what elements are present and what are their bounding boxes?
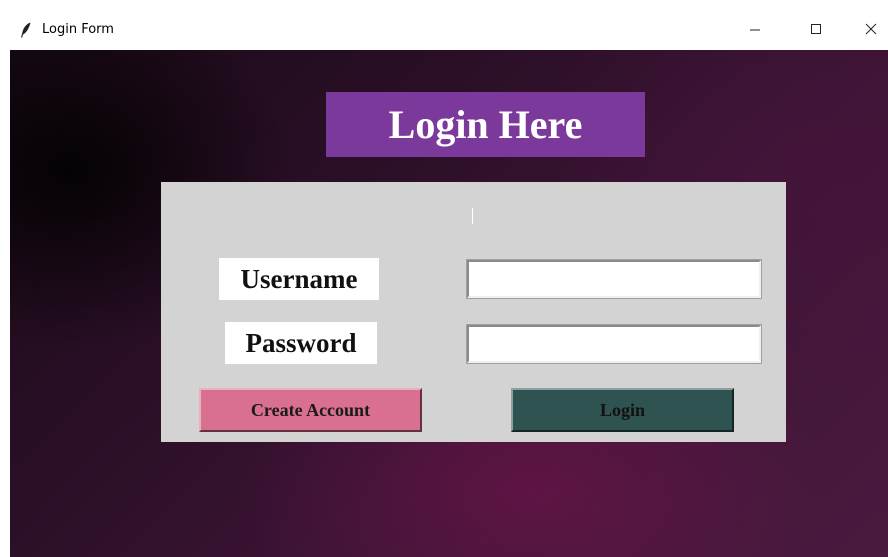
close-button[interactable] — [848, 14, 888, 44]
password-label: Password — [225, 322, 377, 364]
maximize-button[interactable] — [793, 14, 839, 44]
minimize-icon — [750, 29, 760, 31]
login-panel: Username Password Create Account Login — [161, 182, 786, 442]
feather-icon — [21, 22, 31, 38]
login-button[interactable]: Login — [511, 388, 734, 432]
maximize-icon — [811, 24, 821, 34]
title-bar[interactable]: Login Form — [0, 6, 888, 50]
minimize-button[interactable] — [732, 14, 778, 44]
window-title: Login Form — [42, 22, 114, 37]
username-input[interactable] — [466, 259, 762, 299]
close-icon — [865, 23, 877, 35]
login-window: Login Form Login Here Username Password — [0, 0, 888, 557]
create-account-button[interactable]: Create Account — [199, 388, 422, 432]
background-canvas: Login Here Username Password Create Acco… — [10, 50, 888, 557]
panel-divider-mark — [472, 208, 473, 224]
password-input[interactable] — [466, 324, 762, 364]
username-label: Username — [219, 258, 379, 300]
login-heading: Login Here — [326, 92, 645, 157]
